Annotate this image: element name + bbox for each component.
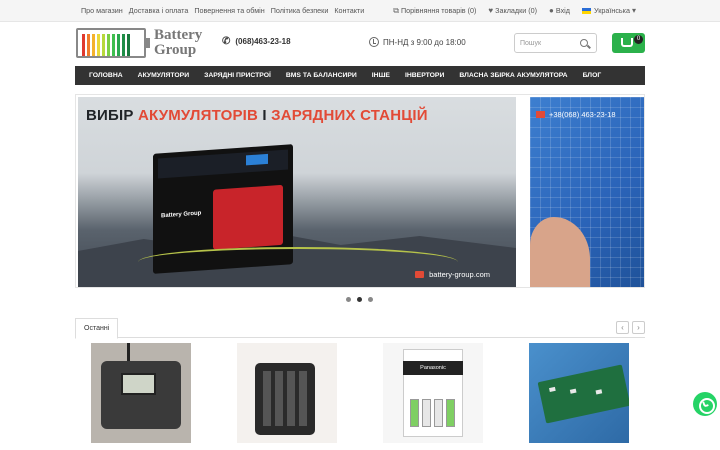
headline-part-4: ЗАРЯДНИХ СТАНЦІЙ bbox=[271, 107, 428, 124]
transmitter-body bbox=[101, 361, 181, 429]
pcb-board bbox=[537, 364, 629, 424]
cart-button[interactable]: 0 bbox=[612, 33, 645, 53]
top-links: Про магазин Доставка і оплата Повернення… bbox=[81, 6, 364, 15]
top-link-contacts[interactable]: Контакти bbox=[334, 6, 364, 15]
bookmarks-label: Закладки (0) bbox=[495, 6, 538, 15]
cart-count-badge: 0 bbox=[634, 35, 643, 44]
top-link-returns[interactable]: Повернення та обмін bbox=[194, 6, 264, 15]
charger-slot bbox=[275, 371, 283, 426]
device-label: Battery Group bbox=[161, 210, 202, 220]
pack-brand: Panasonic bbox=[403, 361, 463, 375]
watermark-text: battery-group.com bbox=[429, 270, 490, 279]
login-label: Вхід bbox=[555, 6, 570, 15]
product-card-rc-transmitter[interactable] bbox=[91, 343, 191, 443]
battery-logo-icon bbox=[76, 28, 146, 58]
pcb-chip bbox=[595, 389, 603, 395]
charger-slot bbox=[299, 371, 307, 426]
top-link-delivery[interactable]: Доставка і оплата bbox=[129, 6, 189, 15]
working-hours-text: ПН-НД з 9:00 до 18:00 bbox=[383, 37, 466, 47]
top-bar: Про магазин Доставка і оплата Повернення… bbox=[0, 0, 720, 22]
pcb-chip bbox=[569, 388, 577, 394]
latest-products-header: Останні ‹ › bbox=[75, 318, 645, 339]
slide2-phone: +38(068) 463-23-18 bbox=[536, 110, 616, 119]
slide-watermark: battery-group.com bbox=[415, 270, 490, 279]
nav-chargers[interactable]: ЗАРЯДНІ ПРИСТРОЇ bbox=[204, 66, 271, 85]
slider-pagination bbox=[346, 297, 373, 302]
slide2-phone-text: +38(068) 463-23-18 bbox=[549, 110, 616, 119]
search-icon[interactable] bbox=[580, 39, 588, 47]
header-phone[interactable]: ✆ (068)463-23-18 bbox=[222, 35, 291, 47]
search-input[interactable]: Пошук bbox=[520, 40, 541, 47]
slide-banner[interactable]: ВИБІР АКУМУЛЯТОРІВ І ЗАРЯДНИХ СТАНЦІЙ Ba… bbox=[78, 97, 516, 287]
headline-part-1: ВИБІР bbox=[86, 107, 138, 124]
logo-mark-icon-2 bbox=[536, 111, 545, 118]
top-link-privacy[interactable]: Політика безпеки bbox=[271, 6, 329, 15]
charger-slot bbox=[287, 371, 295, 426]
user-icon: ● bbox=[549, 5, 554, 15]
compare-link[interactable]: ⧉ Порівняння товарів (0) bbox=[393, 6, 476, 15]
logo-text: Battery Group bbox=[154, 28, 202, 58]
caret-down-icon: ▾ bbox=[631, 5, 636, 15]
device-lid bbox=[158, 149, 288, 179]
headline-part-2: АКУМУЛЯТОРІВ bbox=[137, 107, 259, 124]
compare-icon: ⧉ bbox=[393, 5, 399, 15]
nav-own-build[interactable]: ВЛАСНА ЗБІРКА АКУМУЛЯТОРА bbox=[459, 66, 567, 85]
battery-cell bbox=[422, 399, 431, 427]
compare-label: Порівняння товарів (0) bbox=[400, 6, 477, 15]
nav-batteries[interactable]: АКУМУЛЯТОРИ bbox=[138, 66, 189, 85]
cart-icon bbox=[621, 38, 633, 47]
carousel-arrows: ‹ › bbox=[616, 321, 645, 334]
logo-line2: Group bbox=[154, 42, 197, 58]
login-link[interactable]: ● Вхід bbox=[549, 6, 570, 15]
logo-mark-icon bbox=[415, 271, 425, 278]
battery-cell bbox=[434, 399, 443, 427]
battery-tip bbox=[146, 38, 150, 48]
slider-dot-1[interactable] bbox=[346, 297, 351, 302]
logo-line1: Battery bbox=[154, 27, 203, 43]
main-nav: ГОЛОВНА АКУМУЛЯТОРИ ЗАРЯДНІ ПРИСТРОЇ BMS… bbox=[75, 66, 645, 85]
battery-cell bbox=[410, 399, 419, 427]
device-red-panel bbox=[213, 184, 283, 250]
whatsapp-chat-button[interactable] bbox=[693, 392, 717, 416]
nav-other[interactable]: ІНШЕ bbox=[372, 66, 390, 85]
slider-dot-2[interactable] bbox=[357, 297, 362, 302]
product-card-charger[interactable] bbox=[237, 343, 337, 443]
heart-icon: ♥ bbox=[488, 5, 494, 15]
transmitter-screen bbox=[121, 373, 156, 395]
antenna bbox=[127, 343, 130, 363]
pcb-chip bbox=[549, 386, 556, 393]
nav-home[interactable]: ГОЛОВНА bbox=[89, 66, 123, 85]
charger-slot bbox=[263, 371, 271, 426]
carousel-next-button[interactable]: › bbox=[632, 321, 645, 334]
device-display bbox=[246, 153, 268, 166]
language-label: Українська bbox=[593, 6, 630, 15]
slider-dot-3[interactable] bbox=[368, 297, 373, 302]
product-card-bms-board[interactable] bbox=[529, 343, 629, 443]
nav-inverters[interactable]: ІНВЕРТОРИ bbox=[405, 66, 444, 85]
top-right: ⧉ Порівняння товарів (0) ♥ Закладки (0) ● В… bbox=[393, 6, 636, 15]
slide-headline: ВИБІР АКУМУЛЯТОРІВ І ЗАРЯДНИХ СТАНЦІЙ bbox=[86, 107, 428, 124]
working-hours: ПН-НД з 9:00 до 18:00 bbox=[369, 37, 466, 47]
search-box[interactable]: Пошук bbox=[514, 33, 597, 53]
nav-blog[interactable]: БЛОГ bbox=[583, 66, 602, 85]
cable-image bbox=[138, 247, 458, 277]
tab-latest[interactable]: Останні bbox=[75, 318, 119, 339]
battery-cell bbox=[446, 399, 455, 427]
slide-next-preview[interactable]: +38(068) 463-23-18 bbox=[530, 97, 644, 287]
ukraine-flag-icon bbox=[581, 7, 591, 14]
headline-part-3: І bbox=[258, 107, 272, 124]
clock-icon bbox=[369, 37, 379, 47]
phone-handset-icon bbox=[702, 400, 709, 408]
site-logo[interactable]: Battery Group bbox=[76, 28, 208, 60]
hero-slider[interactable]: ВИБІР АКУМУЛЯТОРІВ І ЗАРЯДНИХ СТАНЦІЙ Ba… bbox=[75, 94, 645, 288]
header-phone-number: (068)463-23-18 bbox=[235, 37, 291, 46]
carousel-prev-button[interactable]: ‹ bbox=[616, 321, 629, 334]
language-dropdown[interactable]: Українська ▾ bbox=[581, 5, 636, 15]
top-link-about[interactable]: Про магазин bbox=[81, 6, 123, 15]
nav-bms[interactable]: BMS ТА БАЛАНСИРИ bbox=[286, 66, 357, 85]
bookmarks-link[interactable]: ♥ Закладки (0) bbox=[488, 6, 537, 15]
product-card-panasonic[interactable]: Panasonic bbox=[383, 343, 483, 443]
phone-icon: ✆ bbox=[222, 35, 231, 47]
